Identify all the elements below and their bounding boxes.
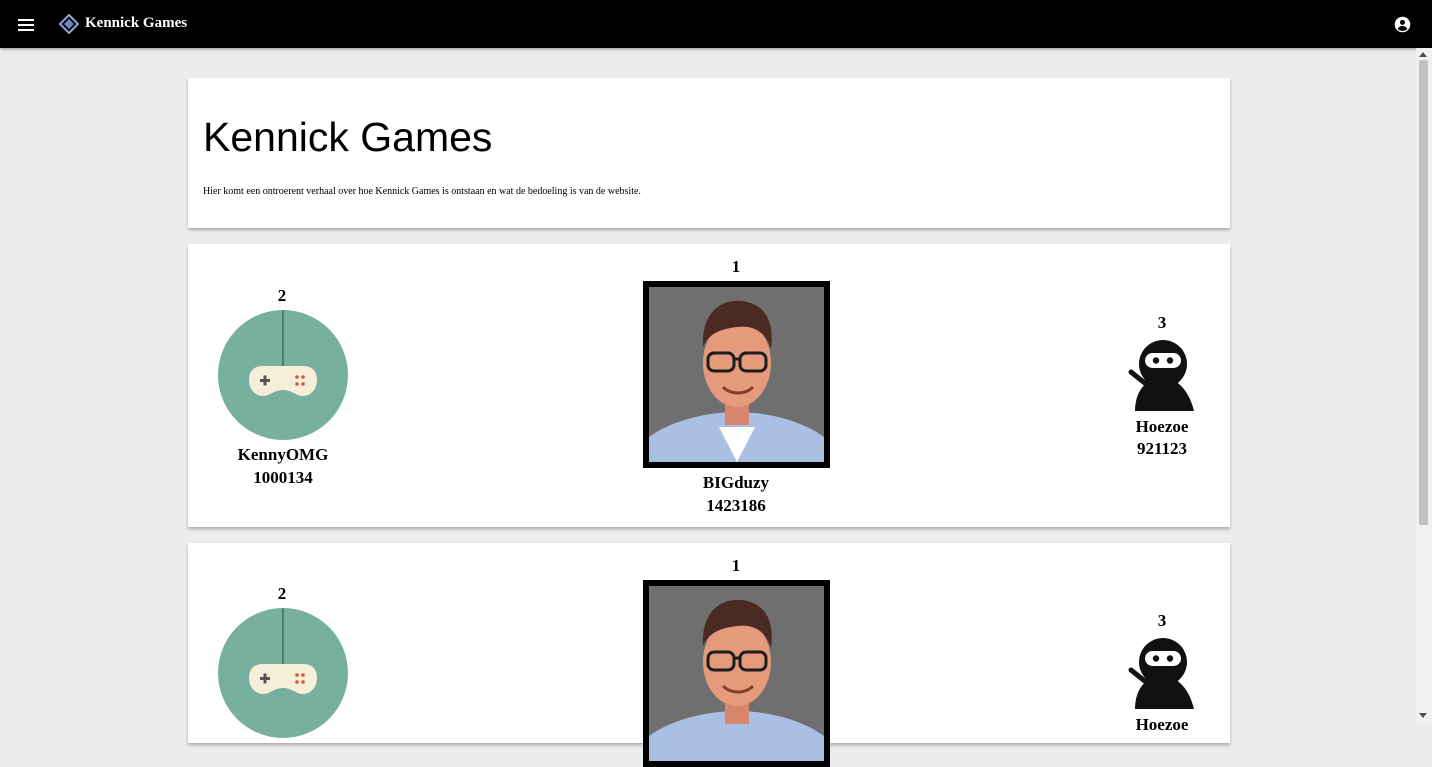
rank-second: 2 [277,286,287,305]
rank-third: 3 [1157,611,1167,630]
scroll-up-arrow-icon[interactable] [1419,52,1427,57]
brand-title[interactable]: Kennick Games [85,15,187,32]
player-name-third: Hoezoe [1135,417,1189,436]
diamond-logo-icon[interactable] [59,14,79,34]
player-score-second: 1000134 [253,468,313,487]
leaderboard-card: 2 1 3 Hoezoe [188,543,1230,767]
portrait-image [649,586,824,761]
player-photo [643,580,830,767]
controller-avatar-icon [218,608,348,738]
top-app-bar: Kennick Games [0,0,1432,48]
scrollbar-thumb[interactable] [1419,60,1428,525]
rank-second: 2 [277,584,287,603]
page-title: Kennick Games [203,114,493,160]
player-name-second: KennyOMG [237,445,329,464]
player-name-third: Hoezoe [1135,715,1189,734]
rank-first: 1 [731,556,741,575]
account-circle-icon[interactable] [1394,16,1411,33]
menu-icon[interactable] [18,17,34,31]
controller-avatar-icon [218,310,348,440]
rank-third: 3 [1157,313,1167,332]
scroll-down-arrow-icon[interactable] [1419,713,1427,718]
ninja-avatar-icon [1128,340,1194,411]
leaderboard-card: 2 KennyOMG 1000134 1 BIGduzy 1423186 3 H… [188,244,1230,527]
player-score-first: 1423186 [706,496,766,515]
ninja-avatar-icon [1128,638,1194,709]
player-score-third: 921123 [1136,439,1188,458]
portrait-image [649,287,824,462]
intro-text: Hier komt een ontroerent verhaal over ho… [203,186,641,197]
rank-first: 1 [731,257,741,276]
player-name-first: BIGduzy [702,473,770,492]
player-photo [643,281,830,468]
intro-card: Kennick Games Hier komt een ontroerent v… [188,78,1230,228]
